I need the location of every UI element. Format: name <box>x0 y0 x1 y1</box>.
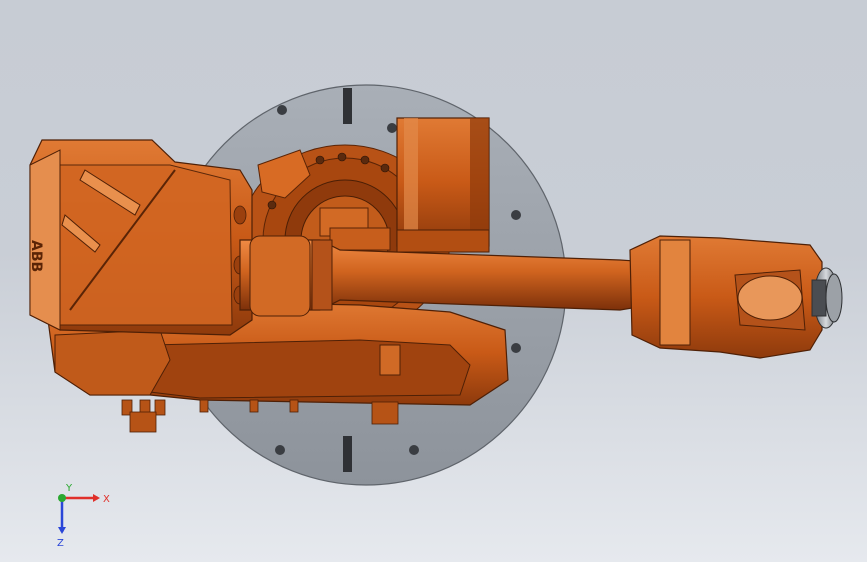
coordinate-triad: X Y Z <box>57 483 110 549</box>
cad-viewport[interactable]: ABB X Y Z <box>0 0 867 562</box>
abb-logo-text: ABB <box>28 240 44 272</box>
y-axis-dot <box>58 494 66 502</box>
axis-motor <box>396 117 490 253</box>
upper-arm-housing <box>29 139 253 336</box>
z-axis-head <box>58 527 66 534</box>
y-axis-label: Y <box>65 483 73 494</box>
abb-logo: ABB <box>28 240 44 272</box>
x-axis-label: X <box>103 494 110 505</box>
z-axis-label: Z <box>57 538 64 549</box>
x-axis-head <box>93 494 100 502</box>
wrist <box>629 235 823 359</box>
robot-model-3d[interactable]: ABB <box>0 0 867 562</box>
